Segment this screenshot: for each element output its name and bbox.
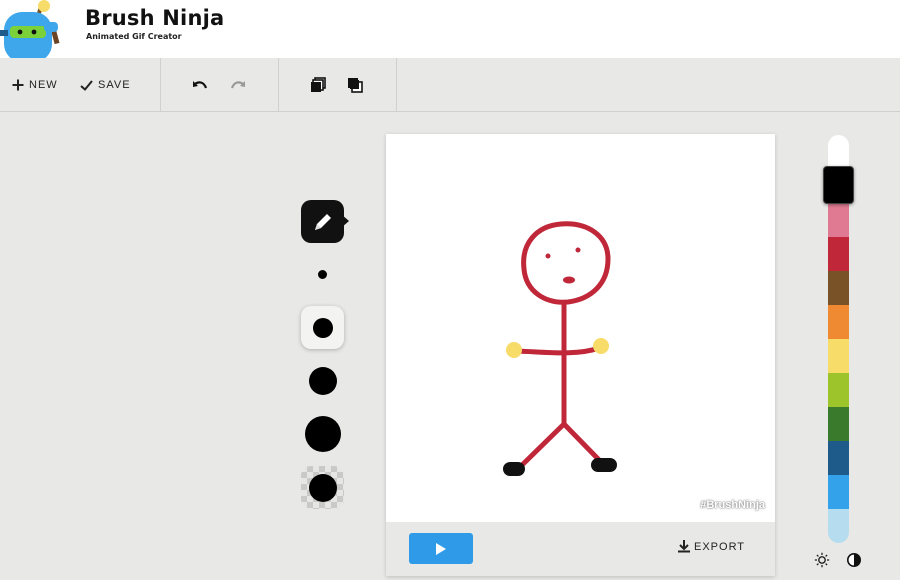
toolbar-divider bbox=[160, 58, 161, 112]
brush-dot bbox=[308, 366, 337, 395]
play-button[interactable] bbox=[409, 533, 473, 564]
pencil-icon bbox=[314, 213, 331, 230]
brightness-icon[interactable] bbox=[814, 552, 830, 568]
canvas-footer: EXPORT bbox=[386, 522, 775, 576]
brush-size-xsmall[interactable] bbox=[301, 253, 344, 296]
canvas-card: #BrushNinja EXPORT bbox=[386, 134, 775, 576]
color-swatch[interactable] bbox=[828, 339, 849, 373]
plus-icon bbox=[12, 79, 24, 91]
toolbar-divider bbox=[396, 58, 397, 112]
ninja-logo bbox=[0, 0, 72, 62]
layers-back-icon bbox=[311, 77, 326, 92]
color-swatch[interactable] bbox=[828, 441, 849, 475]
color-swatch[interactable] bbox=[828, 407, 849, 441]
eraser-tool[interactable] bbox=[301, 466, 344, 509]
toolbar: NEW SAVE bbox=[0, 58, 900, 112]
brush-size-medium[interactable] bbox=[301, 359, 344, 402]
bring-forward-button[interactable] bbox=[347, 58, 363, 112]
color-swatch[interactable] bbox=[828, 475, 849, 509]
color-swatch[interactable] bbox=[828, 135, 849, 169]
save-button[interactable]: SAVE bbox=[80, 58, 131, 112]
drawing-canvas[interactable]: #BrushNinja bbox=[386, 134, 775, 522]
redo-button[interactable] bbox=[230, 58, 246, 112]
color-swatch[interactable] bbox=[828, 203, 849, 237]
toolbar-divider bbox=[278, 58, 279, 112]
brush-size-small[interactable] bbox=[301, 306, 344, 349]
color-swatch[interactable] bbox=[828, 373, 849, 407]
new-button[interactable]: NEW bbox=[12, 58, 58, 112]
play-icon bbox=[436, 542, 446, 555]
download-icon bbox=[678, 540, 690, 553]
brush-dot bbox=[318, 270, 327, 279]
redo-icon bbox=[230, 81, 245, 89]
canvas-watermark: #BrushNinja bbox=[700, 499, 765, 511]
app-header: Brush Ninja Animated Gif Creator bbox=[0, 0, 900, 62]
stick-figure-drawing bbox=[503, 221, 617, 476]
layers-front-icon bbox=[348, 78, 363, 93]
brush-size-large[interactable] bbox=[301, 412, 344, 455]
contrast-icon[interactable] bbox=[846, 552, 862, 568]
app-title: Brush Ninja bbox=[85, 6, 225, 30]
color-swatch[interactable] bbox=[828, 237, 849, 271]
check-icon bbox=[80, 79, 93, 91]
pencil-tool[interactable] bbox=[301, 200, 344, 243]
export-label: EXPORT bbox=[694, 540, 746, 553]
new-label: NEW bbox=[29, 79, 58, 91]
export-button[interactable]: EXPORT bbox=[678, 540, 745, 553]
eraser-dot bbox=[308, 473, 337, 502]
send-backward-button[interactable] bbox=[310, 58, 326, 112]
undo-icon bbox=[193, 81, 208, 89]
color-swatch[interactable] bbox=[828, 509, 849, 543]
save-label: SAVE bbox=[98, 79, 131, 91]
color-swatch[interactable] bbox=[828, 271, 849, 305]
tool-pointer-icon bbox=[341, 214, 349, 228]
brush-dot bbox=[304, 415, 341, 452]
app-subtitle: Animated Gif Creator bbox=[86, 32, 182, 41]
color-swatch[interactable] bbox=[828, 305, 849, 339]
undo-button[interactable] bbox=[192, 58, 208, 112]
selected-color-swatch[interactable] bbox=[823, 166, 854, 204]
brush-dot bbox=[312, 317, 333, 338]
